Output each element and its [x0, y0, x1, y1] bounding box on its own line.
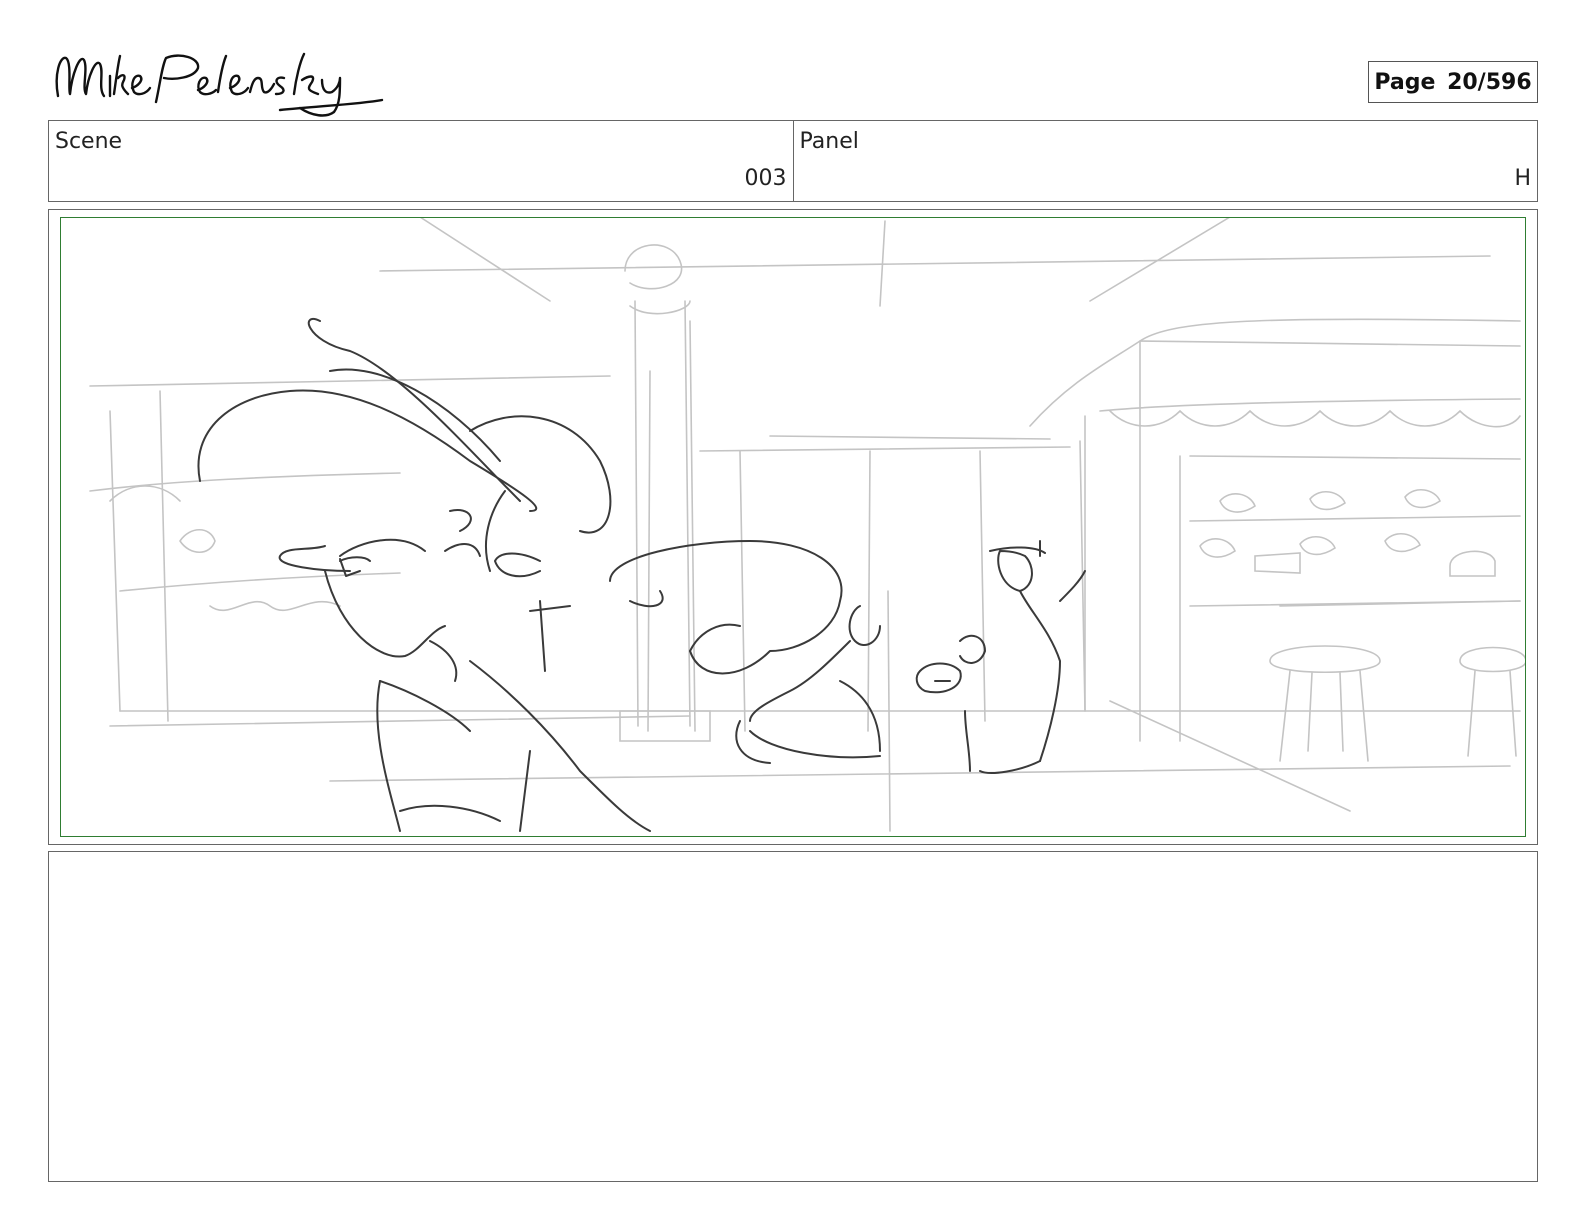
scene-cell: Scene 003 [49, 121, 793, 201]
scene-value: 003 [744, 166, 787, 191]
scene-panel-header: Scene 003 Panel H [48, 120, 1538, 202]
safe-area-frame [60, 217, 1526, 837]
page-number-box: Page 20/596 [1368, 61, 1538, 103]
panel-cell: Panel H [792, 121, 1538, 201]
scene-label: Scene [55, 129, 123, 154]
signature-logo [55, 52, 384, 117]
notes-box [48, 851, 1538, 1182]
page-number: Page 20/596 [1374, 69, 1532, 95]
panel-value: H [1514, 166, 1531, 191]
panel-label: Panel [799, 129, 859, 154]
